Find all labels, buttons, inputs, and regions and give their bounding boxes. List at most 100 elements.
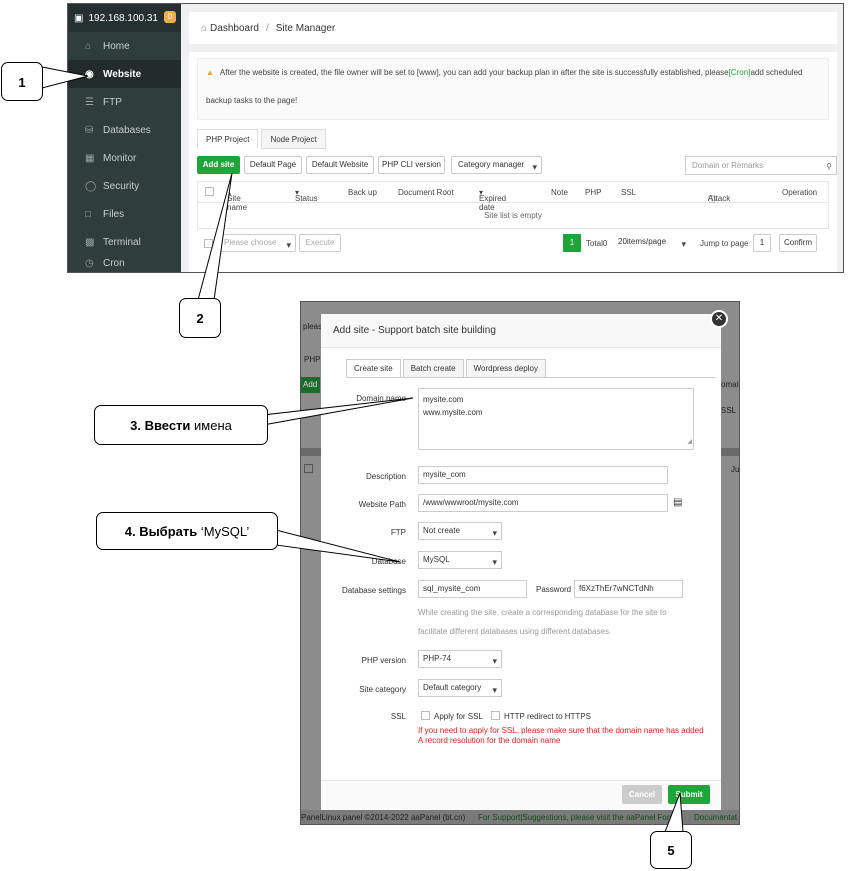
tab-create-site[interactable]: Create site: [346, 359, 401, 378]
forum-link[interactable]: For Support|Suggestions, please visit th…: [478, 810, 681, 824]
jump-to-label: Jump to page: [700, 239, 749, 248]
page-1-button[interactable]: 1: [563, 234, 581, 252]
default-page-button[interactable]: Default Page: [244, 156, 302, 174]
ftp-icon: ☰: [85, 96, 94, 108]
cancel-button[interactable]: Cancel: [622, 785, 662, 804]
col-php: PHP: [585, 188, 602, 197]
docs-link[interactable]: Documentat: [694, 810, 737, 824]
php-cli-button[interactable]: PHP CLI version: [378, 156, 445, 174]
terminal-icon: ▩: [85, 236, 95, 248]
sidebar-item-label: Databases: [103, 124, 151, 136]
sidebar-item-cron[interactable]: ◷ Cron: [68, 256, 181, 270]
col-ssl: SSL: [621, 188, 637, 197]
shield-icon: ◯: [85, 180, 97, 192]
breadcrumb-dashboard[interactable]: Dashboard: [210, 23, 259, 34]
bg-fragment: Add: [301, 377, 320, 393]
project-tabs: PHP Project Node Project: [197, 129, 329, 151]
tab-wordpress-deploy[interactable]: Wordpress deploy: [465, 359, 546, 378]
col-expired-date[interactable]: Expired date ▾: [479, 188, 506, 212]
notice-line-2: backup tasks to the page!: [206, 96, 298, 105]
tab-php-project[interactable]: PHP Project: [197, 129, 259, 149]
sidebar-item-databases[interactable]: ⛁ Databases: [68, 116, 181, 144]
path-input[interactable]: /www/wwwroot/mysite.com: [418, 494, 668, 512]
callout-5: 5: [650, 831, 692, 869]
sidebar-item-label: Monitor: [103, 152, 137, 164]
database-select[interactable]: MySQL: [418, 551, 502, 570]
add-site-screenshot: pleas PHP Add omain SSL Ju PanelLinux pa…: [300, 301, 740, 825]
callout-4: 4. Выбрать ‘MySQL’: [96, 512, 278, 550]
sidebar-item-label: Home: [103, 40, 130, 52]
domain-textarea[interactable]: mysite.com www.mysite.com ◢: [418, 388, 694, 450]
empty-table-message: Site list is empty: [197, 203, 829, 229]
submit-button[interactable]: Submit: [668, 785, 710, 804]
sidebar-item-home[interactable]: ⌂ Home: [68, 32, 181, 60]
batch-action-select[interactable]: Please choose: [219, 234, 296, 253]
ftp-label: FTP: [390, 528, 406, 537]
jump-page-input[interactable]: 1: [753, 234, 771, 252]
breadcrumb-separator: /: [265, 22, 269, 34]
description-input[interactable]: mysite_com: [418, 466, 668, 484]
site-manager-screenshot: ▣ 192.168.100.31 0 ⌂ Home ◉ Website ☰ FTP ⛁…: [67, 3, 844, 273]
sidebar-item-monitor[interactable]: ▦ Monitor: [68, 144, 181, 172]
search-input[interactable]: Domain or Remarks ⚲: [685, 156, 837, 175]
notification-badge[interactable]: 0: [164, 11, 176, 23]
col-backup: Back up: [348, 188, 377, 197]
col-site-name[interactable]: Site name ▴: [227, 188, 247, 212]
add-site-dialog: Add site - Support batch site building C…: [321, 314, 721, 810]
total-count: Total0: [586, 239, 608, 248]
path-label: Website Path: [358, 500, 406, 509]
tab-batch-create[interactable]: Batch create: [402, 359, 464, 378]
monitor-icon: ▦: [85, 152, 95, 164]
server-icon: ▣: [74, 12, 84, 24]
ssl-label: SSL: [390, 712, 406, 721]
page-size-select[interactable]: 20items/page: [614, 234, 690, 252]
footer-checkbox[interactable]: [204, 239, 213, 248]
site-manager-main: ▲ After the website is created, the file …: [189, 52, 837, 272]
sidebar-item-terminal[interactable]: ▩ Terminal: [68, 228, 181, 256]
breadcrumb-current: Site Manager: [275, 22, 336, 34]
ftp-select[interactable]: Not create: [418, 522, 502, 541]
home-icon: ⌂: [85, 40, 92, 52]
col-note: Note: [551, 188, 568, 197]
execute-button[interactable]: Execute: [299, 234, 341, 252]
password-label: Password: [536, 585, 572, 594]
tab-node-project[interactable]: Node Project: [261, 129, 326, 149]
db-name-input[interactable]: sql_mysite_com: [418, 580, 527, 598]
sidebar: ▣ 192.168.100.31 0 ⌂ Home ◉ Website ☰ FTP ⛁…: [68, 4, 181, 272]
close-icon[interactable]: ✕: [710, 310, 728, 328]
bg-fragment: omain: [721, 380, 739, 389]
category-manager-select[interactable]: Category manager: [451, 156, 542, 175]
https-redirect-checkbox[interactable]: [491, 711, 500, 720]
folder-icon[interactable]: ▤: [673, 497, 682, 508]
table-header: Site name ▴ Status ▾ Back up Document Ro…: [197, 181, 829, 212]
notice-box: ▲ After the website is created, the file …: [197, 58, 829, 120]
site-category-select[interactable]: Default category: [418, 679, 502, 698]
sidebar-item-label: Files: [103, 208, 125, 220]
cron-link[interactable]: [Cron]: [729, 68, 751, 77]
default-website-button[interactable]: Default Website: [306, 156, 374, 174]
sidebar-item-security[interactable]: ◯ Security: [68, 172, 181, 200]
sidebar-item-label: FTP: [103, 96, 122, 108]
callout-2: 2: [179, 298, 221, 338]
sidebar-item-ftp[interactable]: ☰ FTP: [68, 88, 181, 116]
copyright-text: PanelLinux panel ©2014-2022 aaPanel (bt.…: [301, 813, 466, 822]
php-version-select[interactable]: PHP-74: [418, 650, 502, 669]
confirm-button[interactable]: Confirm: [779, 234, 817, 252]
add-site-button[interactable]: Add site: [197, 156, 240, 174]
apply-ssl-checkbox[interactable]: [421, 711, 430, 720]
breadcrumb: ⌂ Dashboard / Site Manager: [189, 12, 837, 44]
sidebar-item-files[interactable]: □ Files: [68, 200, 181, 228]
db-password-input[interactable]: f6XzThEr7wNCTdNh: [574, 580, 683, 598]
col-document-root: Document Root: [398, 188, 454, 197]
notice-text: After the website is created, the file o…: [219, 68, 729, 77]
select-all-checkbox[interactable]: [205, 187, 214, 196]
dialog-title: Add site - Support batch site building: [321, 314, 721, 348]
sidebar-item-website[interactable]: ◉ Website: [68, 60, 181, 88]
server-header: ▣ 192.168.100.31 0: [68, 4, 181, 32]
resize-handle-icon[interactable]: ◢: [687, 436, 692, 449]
search-icon[interactable]: ⚲: [826, 158, 832, 175]
bg-fragment: SSL: [721, 406, 737, 415]
dialog-footer: Cancel Submit: [321, 780, 721, 810]
domain-label: Domain name: [356, 394, 406, 403]
col-status[interactable]: Status ▾: [295, 188, 318, 203]
